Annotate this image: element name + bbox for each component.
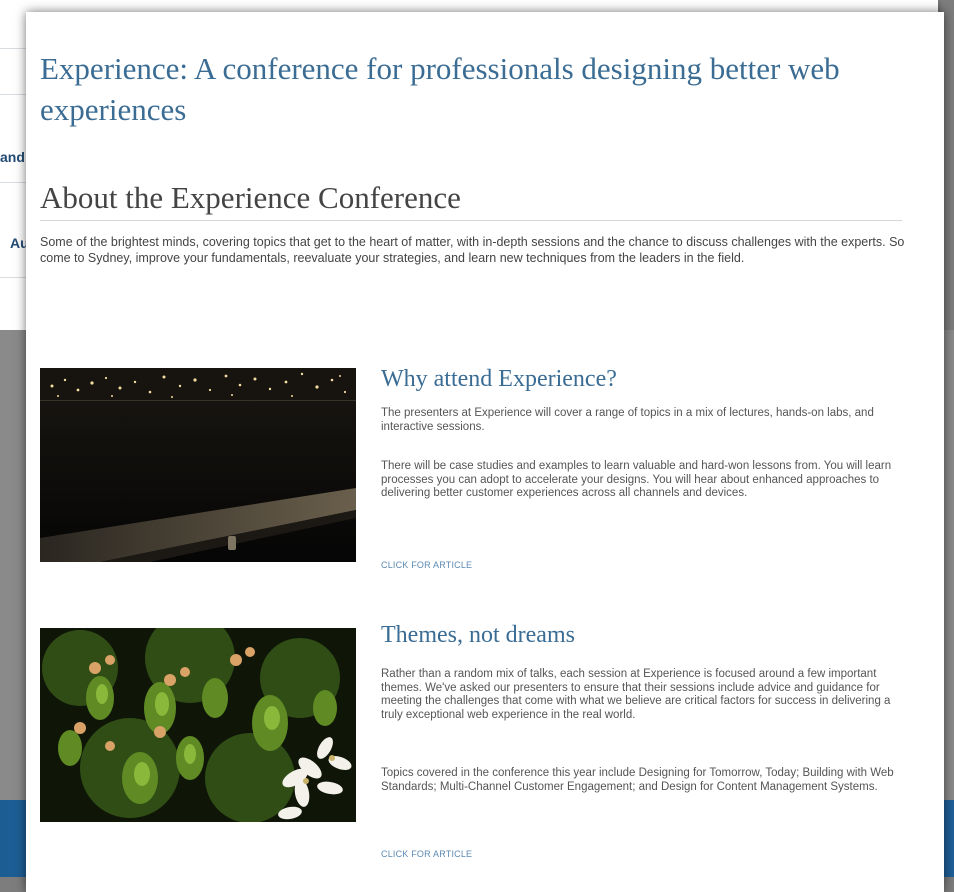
- section-divider: [40, 220, 902, 221]
- section-title: About the Experience Conference: [40, 180, 461, 215]
- city-night-image: [40, 368, 356, 562]
- click-for-article-link[interactable]: CLICK FOR ARTICLE: [381, 849, 472, 859]
- flower-plant-image: [40, 628, 356, 822]
- card-paragraph: Topics covered in the conference this ye…: [381, 767, 894, 793]
- click-for-article-link[interactable]: CLICK FOR ARTICLE: [381, 560, 472, 570]
- page-title: Experience: A conference for professiona…: [40, 51, 840, 127]
- card-title: Themes, not dreams: [381, 622, 575, 648]
- article-panel: Experience: A conference for professiona…: [26, 12, 944, 892]
- background-text-and: and: [0, 149, 25, 165]
- card-title: Why attend Experience?: [381, 366, 617, 392]
- card-paragraph: There will be case studies and examples …: [381, 460, 892, 499]
- intro-paragraph: Some of the brightest minds, covering to…: [40, 235, 905, 265]
- card-paragraph: Rather than a random mix of talks, each …: [381, 668, 891, 721]
- card-paragraph: The presenters at Experience will cover …: [381, 407, 874, 433]
